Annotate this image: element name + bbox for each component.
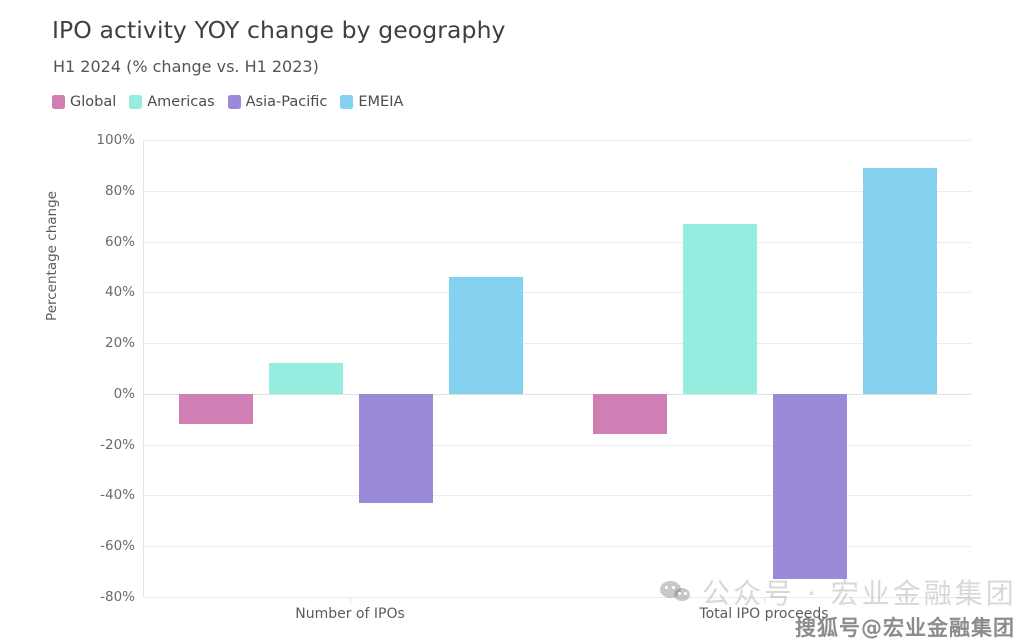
legend-swatch-icon	[340, 95, 354, 110]
gridline	[143, 343, 971, 345]
legend-swatch-icon	[129, 95, 143, 110]
bar-emeia-total-ipo-proceeds[interactable]	[863, 167, 937, 394]
bar-emeia-number-of-ipos[interactable]	[449, 277, 523, 394]
chart-subtitle: H1 2024 (% change vs. H1 2023)	[53, 57, 319, 76]
legend-item-americas[interactable]: Americas	[129, 94, 215, 110]
y-axis-title: Percentage change	[44, 191, 60, 321]
legend-item-global[interactable]: Global	[52, 95, 116, 110]
legend-label: Asia-Pacific	[245, 94, 328, 110]
y-axis-tick-labels: 100% 80% 60% 40% 20% 0% -20% -40% -60% -80%	[75, 132, 135, 605]
x-axis-tick-label: Number of IPOs	[295, 606, 405, 622]
legend-item-asia-pacific[interactable]: Asia-Pacific	[227, 94, 328, 110]
y-axis-tick-label: 60%	[104, 233, 135, 250]
legend-item-emeia[interactable]: EMEIA	[340, 95, 403, 110]
x-axis-tick-mark	[764, 597, 765, 603]
y-axis-tick-label: 100%	[96, 132, 135, 148]
legend-label: Americas	[147, 94, 215, 110]
plot-area	[143, 140, 971, 598]
gridline	[143, 190, 971, 192]
y-axis-tick-label: 80%	[104, 182, 135, 199]
gridline	[143, 241, 971, 243]
bar-global-number-of-ipos[interactable]	[179, 393, 253, 425]
y-axis-tick-label: -60%	[100, 538, 135, 555]
y-axis-tick-label: 40%	[104, 284, 135, 301]
x-axis-tick-label: Total IPO proceeds	[699, 606, 829, 622]
legend-label: Global	[70, 94, 117, 110]
y-axis-tick-label: 20%	[104, 335, 135, 352]
y-axis-tick-label: 0%	[113, 385, 135, 402]
bar-asia-pacific-number-of-ipos[interactable]	[359, 393, 433, 504]
gridline	[143, 292, 971, 294]
y-axis-tick-label: -40%	[100, 487, 135, 504]
bar-americas-total-ipo-proceeds[interactable]	[683, 223, 757, 394]
gridline	[143, 597, 971, 598]
chart-title: IPO activity YOY change by geography	[52, 16, 506, 44]
legend-swatch-icon	[52, 95, 65, 110]
y-axis-tick-label: -80%	[100, 589, 135, 605]
y-axis-tick-label: -20%	[100, 436, 135, 453]
legend-swatch-icon	[227, 95, 241, 110]
chart-legend: Global Americas Asia-Pacific EMEIA	[52, 95, 403, 110]
bar-asia-pacific-total-ipo-proceeds[interactable]	[773, 393, 847, 580]
bar-global-total-ipo-proceeds[interactable]	[593, 393, 667, 435]
bar-americas-number-of-ipos[interactable]	[269, 363, 343, 394]
x-axis-tick-mark	[350, 597, 351, 603]
gridline	[143, 140, 971, 141]
legend-label: EMEIA	[358, 94, 404, 110]
